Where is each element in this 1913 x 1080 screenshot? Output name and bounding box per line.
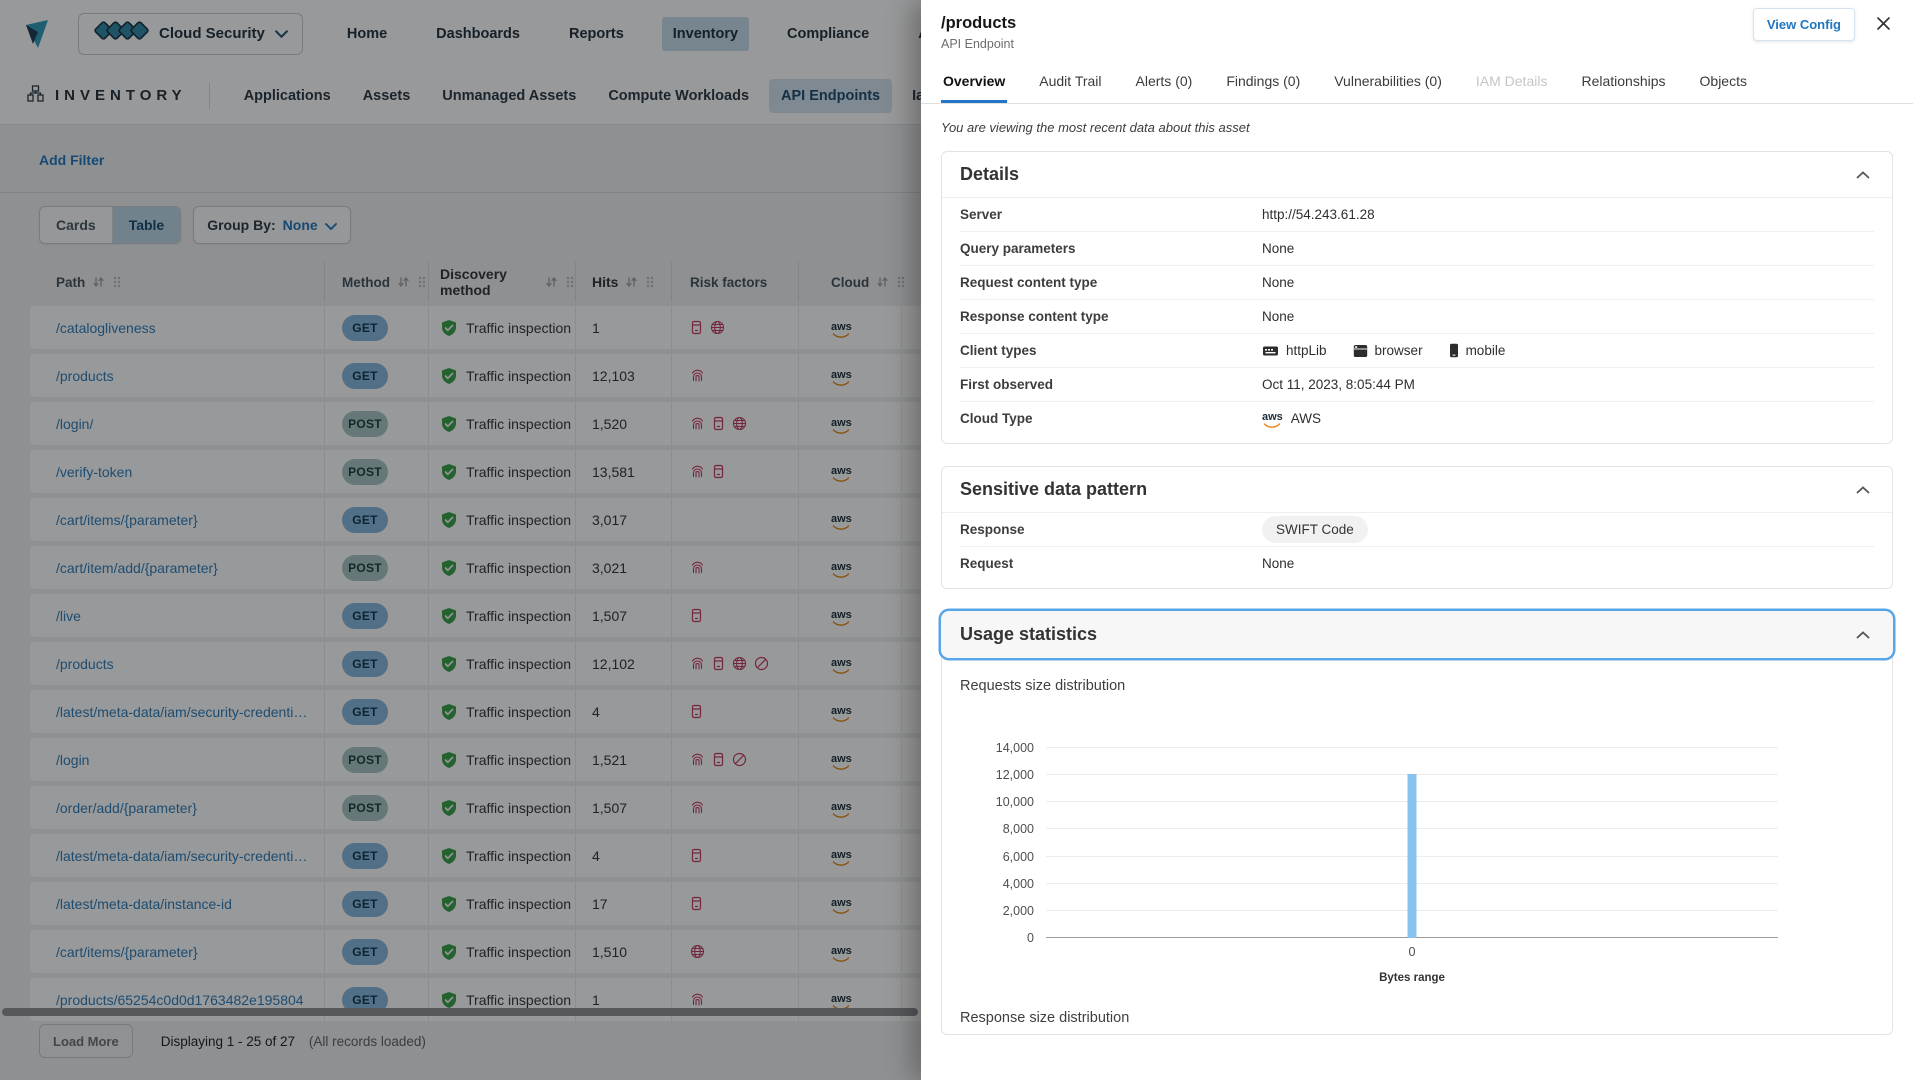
sensitive-data-pill: SWIFT Code xyxy=(1262,516,1368,543)
mobile-icon xyxy=(1449,343,1459,358)
tab-relationships[interactable]: Relationships xyxy=(1579,63,1667,103)
client-type-label: httpLib xyxy=(1286,343,1327,358)
chart-y-tick-label: 8,000 xyxy=(1003,822,1034,836)
chart-plot-area: 02,0004,0006,0008,00010,00012,00014,0000 xyxy=(1046,748,1778,938)
detail-value: None xyxy=(1262,275,1294,290)
requests-chart-label: Requests size distribution xyxy=(960,678,1874,694)
tab-alerts-0[interactable]: Alerts (0) xyxy=(1134,63,1195,103)
client-type-mobile: mobile xyxy=(1449,343,1506,358)
chart-x-axis-label: Bytes range xyxy=(1046,972,1778,984)
tab-vulnerabilities-0[interactable]: Vulnerabilities (0) xyxy=(1332,63,1444,103)
detail-value: None xyxy=(1262,556,1294,571)
detail-row: Client types httpLib browser mobile xyxy=(960,334,1874,368)
chevron-up-icon[interactable] xyxy=(1852,627,1874,643)
detail-row: RequestNone xyxy=(960,547,1874,580)
asset-type-label: API Endpoint xyxy=(941,37,1893,51)
detail-row: Request content typeNone xyxy=(960,266,1874,300)
detail-row: Query parametersNone xyxy=(960,232,1874,266)
chart-y-tick-label: 4,000 xyxy=(1003,877,1034,891)
chart-y-tick-label: 2,000 xyxy=(1003,904,1034,918)
detail-value: http://54.243.61.28 xyxy=(1262,207,1375,222)
browser-icon xyxy=(1353,344,1368,358)
chevron-up-icon[interactable] xyxy=(1852,482,1874,498)
dim-overlay[interactable] xyxy=(0,0,921,1080)
detail-label: Client types xyxy=(960,343,1262,358)
client-type-label: mobile xyxy=(1466,343,1506,358)
tab-iam-details: IAM Details xyxy=(1474,63,1550,103)
chart-y-tick-label: 0 xyxy=(1027,931,1034,945)
httplib-icon xyxy=(1262,344,1279,358)
tab-overview[interactable]: Overview xyxy=(941,63,1007,103)
sensitive-title: Sensitive data pattern xyxy=(960,479,1147,500)
detail-label: Server xyxy=(960,207,1262,222)
client-types: httpLib browser mobile xyxy=(1262,343,1505,358)
details-card-header: Details xyxy=(942,152,1892,198)
chart-y-tick-label: 14,000 xyxy=(996,741,1034,755)
detail-label: Request content type xyxy=(960,275,1262,290)
chart-bar xyxy=(1408,774,1417,938)
chart-y-tick-label: 12,000 xyxy=(996,768,1034,782)
detail-value: Oct 11, 2023, 8:05:44 PM xyxy=(1262,377,1415,392)
panel-content: You are viewing the most recent data abo… xyxy=(921,104,1913,1080)
chart-y-tick-label: 10,000 xyxy=(996,795,1034,809)
detail-label: Cloud Type xyxy=(960,411,1262,426)
usage-card-body: Requests size distribution 02,0004,0006,… xyxy=(942,678,1892,1034)
tab-findings-0[interactable]: Findings (0) xyxy=(1224,63,1302,103)
aws-icon: aws xyxy=(1262,408,1283,429)
chart-x-tick-label: 0 xyxy=(1409,945,1416,959)
chart-y-tick-label: 6,000 xyxy=(1003,850,1034,864)
usage-title: Usage statistics xyxy=(960,624,1097,645)
detail-row: Serverhttp://54.243.61.28 xyxy=(960,198,1874,232)
detail-value: None xyxy=(1262,309,1294,324)
chart-gridline xyxy=(1046,747,1778,748)
detail-label: First observed xyxy=(960,377,1262,392)
detail-label: Request xyxy=(960,556,1262,571)
sensitive-rows: ResponseSWIFT CodeRequestNone xyxy=(942,513,1892,588)
detail-row: ResponseSWIFT Code xyxy=(960,513,1874,547)
tab-audit-trail[interactable]: Audit Trail xyxy=(1037,63,1103,103)
view-config-button[interactable]: View Config xyxy=(1753,8,1855,41)
detail-value: None xyxy=(1262,241,1294,256)
detail-label: Response xyxy=(960,522,1262,537)
usage-statistics-card: Usage statistics Requests size distribut… xyxy=(941,611,1893,1035)
page-title: /products xyxy=(941,14,1893,33)
client-type-browser: browser xyxy=(1353,343,1423,358)
detail-row: Cloud Typeaws AWS xyxy=(960,402,1874,435)
tab-objects[interactable]: Objects xyxy=(1698,63,1749,103)
detail-row: First observedOct 11, 2023, 8:05:44 PM xyxy=(960,368,1874,402)
client-type-label: browser xyxy=(1375,343,1423,358)
panel-tabs: Overview Audit Trail Alerts (0) Findings (0… xyxy=(921,63,1913,104)
panel-header: /products API Endpoint View Config xyxy=(921,0,1913,51)
detail-panel: /products API Endpoint View Config Overv… xyxy=(921,0,1913,1080)
detail-label: Query parameters xyxy=(960,241,1262,256)
details-rows: Serverhttp://54.243.61.28Query parameter… xyxy=(942,198,1892,443)
chevron-up-icon[interactable] xyxy=(1852,167,1874,183)
recent-data-notice: You are viewing the most recent data abo… xyxy=(941,120,1893,135)
cloud-type-label: AWS xyxy=(1291,411,1321,426)
usage-card-header[interactable]: Usage statistics xyxy=(941,611,1893,658)
detail-row: Response content typeNone xyxy=(960,300,1874,334)
sensitive-data-card: Sensitive data pattern ResponseSWIFT Cod… xyxy=(941,466,1893,589)
requests-size-chart: 02,0004,0006,0008,00010,00012,00014,0000… xyxy=(960,748,1874,984)
detail-value: aws AWS xyxy=(1262,408,1321,429)
close-button[interactable] xyxy=(1872,12,1895,38)
detail-value: SWIFT Code xyxy=(1262,516,1368,543)
detail-value: httpLib browser mobile xyxy=(1262,343,1505,358)
close-icon xyxy=(1876,19,1891,34)
detail-label: Response content type xyxy=(960,309,1262,324)
details-card: Details Serverhttp://54.243.61.28Query p… xyxy=(941,151,1893,444)
client-type-httplib: httpLib xyxy=(1262,343,1327,358)
sensitive-card-header: Sensitive data pattern xyxy=(942,467,1892,513)
details-title: Details xyxy=(960,164,1019,185)
response-chart-label: Response size distribution xyxy=(960,1010,1874,1026)
